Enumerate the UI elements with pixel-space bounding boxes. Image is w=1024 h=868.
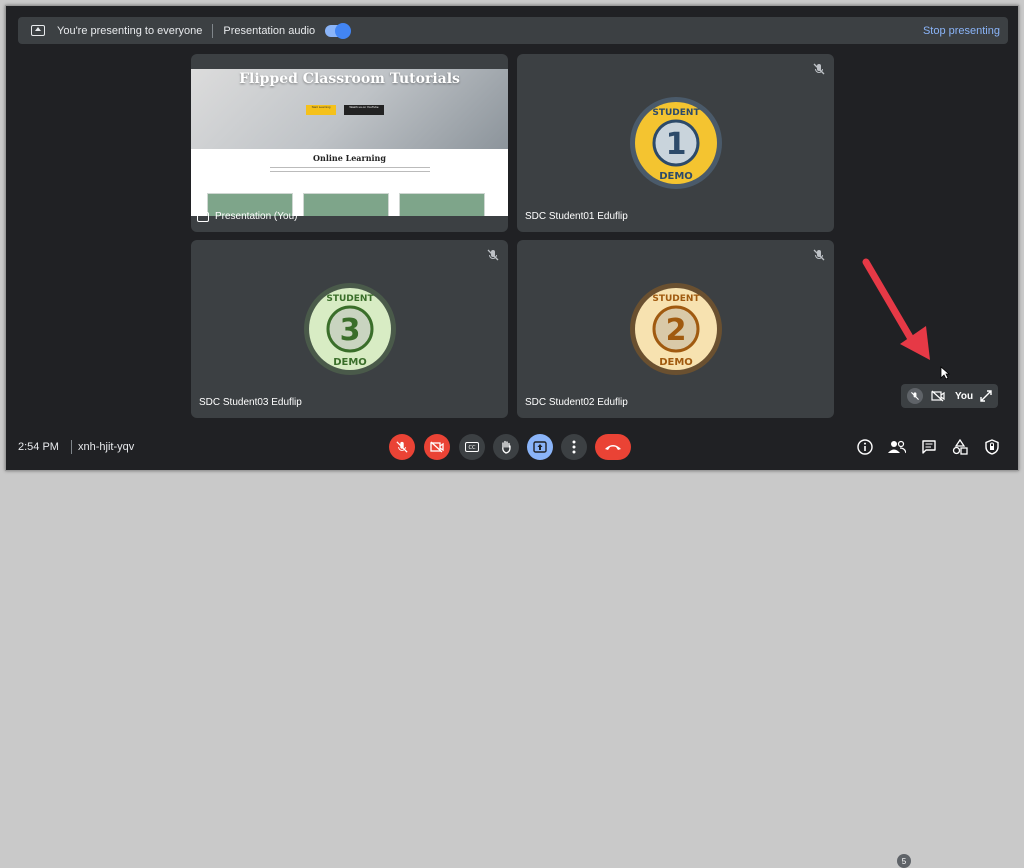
activities-icon[interactable] xyxy=(951,438,969,456)
stop-presenting-button[interactable]: Stop presenting xyxy=(923,25,1000,37)
slide-hero: Flipped Classroom Tutorials Start Learni… xyxy=(191,69,508,149)
presentation-audio-label: Presentation audio xyxy=(223,24,316,37)
meeting-details-icon[interactable] xyxy=(856,438,874,456)
slide-thumbnail xyxy=(399,193,485,216)
badge-number: 3 xyxy=(339,313,360,348)
badge-bottom-text: DEMO xyxy=(333,357,367,368)
slide-title: Flipped Classroom Tutorials xyxy=(239,71,460,87)
bottom-bar: 2:54 PM xnh-hjit-yqv CC 5 xyxy=(6,430,1020,868)
slide-youtube-button: Watch us on YouTube xyxy=(344,105,384,115)
badge-bottom-text: DEMO xyxy=(659,357,693,368)
tile-presentation[interactable]: Flipped Classroom Tutorials Start Learni… xyxy=(191,54,508,232)
chat-icon[interactable] xyxy=(920,438,938,456)
tile-name: Presentation (You) xyxy=(215,211,298,222)
people-icon[interactable] xyxy=(888,438,906,456)
presentation-audio-toggle[interactable] xyxy=(325,22,352,39)
svg-text:CC: CC xyxy=(469,445,476,451)
presentation-name: Presentation (You) xyxy=(197,211,297,222)
self-view[interactable]: You xyxy=(901,384,998,408)
tile-student02[interactable]: 2 STUDENT DEMO SDC Student02 Eduflip xyxy=(517,240,834,418)
tile-student01[interactable]: 1 STUDENT DEMO SDC Student01 Eduflip xyxy=(517,54,834,232)
more-options-button[interactable] xyxy=(561,434,587,460)
presenting-text: You're presenting to everyone xyxy=(57,24,203,37)
badge-top-text: STUDENT xyxy=(326,294,374,304)
present-screen-icon xyxy=(31,25,45,36)
badge-number: 2 xyxy=(665,313,686,348)
presenting-banner: You're presenting to everyone Presentati… xyxy=(18,17,1008,44)
self-view-label: You xyxy=(955,390,974,402)
badge-number: 1 xyxy=(665,127,686,162)
slide-text-lines xyxy=(269,167,430,168)
student-badge: 1 STUDENT DEMO xyxy=(629,97,722,189)
student-badge: 3 STUDENT DEMO xyxy=(303,283,396,375)
badge-bottom-text: DEMO xyxy=(659,171,693,182)
banner-divider xyxy=(212,23,214,38)
camera-toggle-button[interactable] xyxy=(424,434,450,460)
mouse-cursor-icon xyxy=(940,366,950,380)
meet-window: You're presenting to everyone Presentati… xyxy=(5,5,1020,868)
host-controls-icon[interactable] xyxy=(983,438,1001,456)
slide-start-button: Start Learning xyxy=(306,105,336,115)
bottom-divider xyxy=(71,440,72,454)
tile-name: SDC Student02 Eduflip xyxy=(525,397,628,408)
mic-off-icon xyxy=(487,249,499,261)
mic-off-icon xyxy=(813,249,825,261)
mic-off-icon xyxy=(813,63,825,75)
leave-call-button[interactable] xyxy=(595,434,631,460)
tile-student03[interactable]: 3 STUDENT DEMO SDC Student03 Eduflip xyxy=(191,240,508,418)
expand-icon[interactable] xyxy=(980,390,992,402)
badge-top-text: STUDENT xyxy=(652,108,700,118)
presentation-slide: Flipped Classroom Tutorials Start Learni… xyxy=(191,69,508,216)
self-mic-off-icon[interactable] xyxy=(907,388,923,404)
student-badge: 2 STUDENT DEMO xyxy=(629,283,722,375)
mic-toggle-button[interactable] xyxy=(389,434,415,460)
annotation-arrow-icon xyxy=(862,258,930,360)
slide-thumbnail xyxy=(303,193,389,216)
tile-name: SDC Student03 Eduflip xyxy=(199,397,302,408)
slide-subtitle: Online Learning xyxy=(313,153,386,163)
participants-count-badge: 5 xyxy=(897,854,911,868)
raise-hand-button[interactable] xyxy=(493,434,519,460)
present-screen-icon xyxy=(197,211,209,222)
clock-time: 2:54 PM xyxy=(18,441,59,453)
captions-button[interactable]: CC xyxy=(459,434,485,460)
tile-name: SDC Student01 Eduflip xyxy=(525,211,628,222)
present-now-button[interactable] xyxy=(527,434,553,460)
meeting-code: xnh-hjit-yqv xyxy=(78,441,135,453)
self-camera-off-icon[interactable] xyxy=(931,390,945,402)
badge-top-text: STUDENT xyxy=(652,294,700,304)
